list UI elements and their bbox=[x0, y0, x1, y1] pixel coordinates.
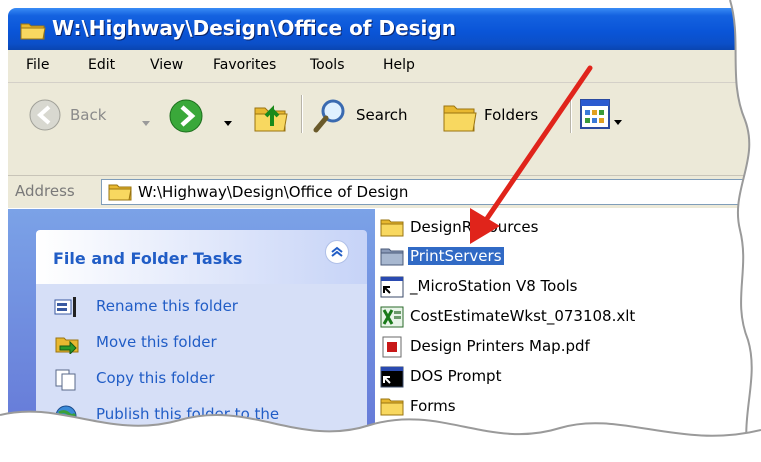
explorer-window: W:\Highway\Design\Office of Design File … bbox=[0, 0, 761, 462]
annotation-arrow-icon bbox=[470, 65, 593, 244]
